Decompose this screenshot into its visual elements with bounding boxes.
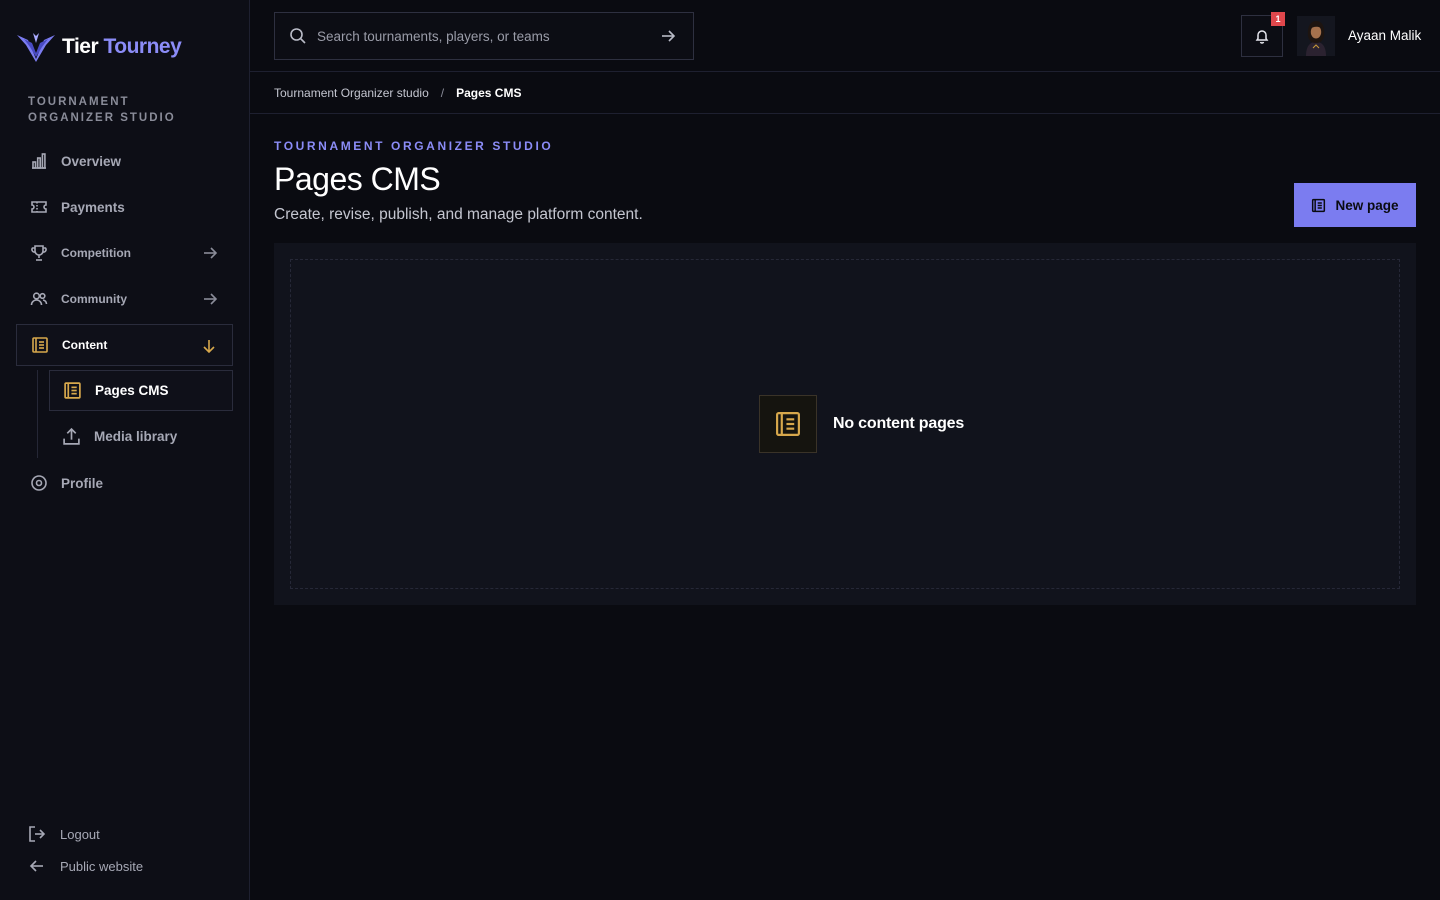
document-list-icon: [32, 337, 48, 353]
document-list-icon: [64, 382, 81, 399]
tier-tourney-logo-icon: [17, 33, 55, 62]
search-icon: [290, 28, 306, 44]
document-list-icon: [1312, 198, 1326, 212]
trophy-icon: [31, 245, 47, 261]
sidebar-subitem-media-library[interactable]: Media library: [49, 416, 233, 457]
search-bar: [274, 12, 694, 60]
page-subtitle: Create, revise, publish, and manage plat…: [274, 206, 643, 223]
search-input[interactable]: [307, 28, 659, 44]
bell-icon: [1255, 30, 1269, 44]
breadcrumb-current: Pages CMS: [456, 85, 522, 100]
empty-state-message: No content pages: [833, 415, 965, 432]
breadcrumb: Tournament Organizer studio / Pages CMS: [250, 72, 1440, 114]
users-icon: [30, 292, 48, 306]
empty-state: No content pages: [759, 395, 964, 453]
sidebar-item-label: Competition: [61, 246, 131, 260]
breadcrumb-separator: /: [440, 85, 445, 100]
new-page-button[interactable]: New page: [1294, 183, 1416, 227]
notification-count-badge: 1: [1271, 12, 1285, 26]
page-title: Pages CMS: [274, 161, 441, 197]
brand-logo[interactable]: Tier Tourney: [16, 30, 182, 64]
sidebar-item-profile[interactable]: Profile: [16, 462, 233, 504]
arrow-down-icon: [203, 340, 215, 354]
search-submit-arrow-icon[interactable]: [659, 27, 677, 45]
page-eyebrow: TOURNAMENT ORGANIZER STUDIO: [274, 139, 554, 153]
arrow-left-icon: [29, 860, 43, 872]
arrow-right-icon: [204, 293, 218, 305]
public-website-label: Public website: [60, 858, 144, 874]
sidebar-item-label: Overview: [61, 153, 122, 169]
user-avatar-icon: [1297, 16, 1335, 56]
ticket-icon: [31, 201, 47, 213]
sidebar-item-content[interactable]: Content: [16, 324, 233, 366]
pages-list-empty-area: No content pages: [290, 259, 1400, 589]
avatar[interactable]: [1297, 16, 1335, 56]
sidebar-section-title: TOURNAMENT ORGANIZER STUDIO: [28, 96, 176, 124]
subnav-guide-line: [37, 370, 38, 458]
pages-panel: No content pages: [274, 243, 1416, 605]
gear-icon: [31, 475, 47, 491]
sidebar-item-competition[interactable]: Competition: [16, 232, 233, 274]
upload-icon: [63, 427, 80, 445]
breadcrumb-parent[interactable]: Tournament Organizer studio: [274, 86, 429, 100]
empty-state-icon-box: [759, 395, 817, 453]
sidebar-subitem-pages-cms[interactable]: Pages CMS: [49, 370, 233, 411]
sidebar: Tier Tourney TOURNAMENT ORGANIZER STUDIO…: [0, 0, 250, 900]
arrow-right-icon: [204, 247, 218, 259]
logout-label: Logout: [60, 826, 100, 842]
new-page-button-label: New page: [1335, 197, 1399, 213]
sidebar-item-label: Content: [62, 338, 108, 352]
logout-icon: [29, 826, 46, 842]
public-website-link[interactable]: Public website: [28, 855, 143, 877]
sidebar-subitem-label: Pages CMS: [95, 383, 169, 398]
user-name[interactable]: Ayaan Malik: [1348, 28, 1421, 43]
logout-link[interactable]: Logout: [28, 823, 100, 845]
sidebar-item-community[interactable]: Community: [16, 278, 233, 320]
sidebar-item-label: Payments: [61, 199, 125, 215]
sidebar-item-payments[interactable]: Payments: [16, 186, 233, 228]
sidebar-item-overview[interactable]: Overview: [16, 140, 233, 182]
sidebar-item-label: Profile: [61, 475, 104, 491]
sidebar-item-label: Community: [61, 292, 127, 306]
sidebar-subitem-label: Media library: [94, 429, 178, 444]
brand-name: Tier Tourney: [62, 35, 182, 58]
bar-chart-icon: [32, 153, 46, 169]
topbar: 1 Ayaan Malik: [250, 0, 1440, 72]
document-list-icon: [776, 412, 800, 436]
